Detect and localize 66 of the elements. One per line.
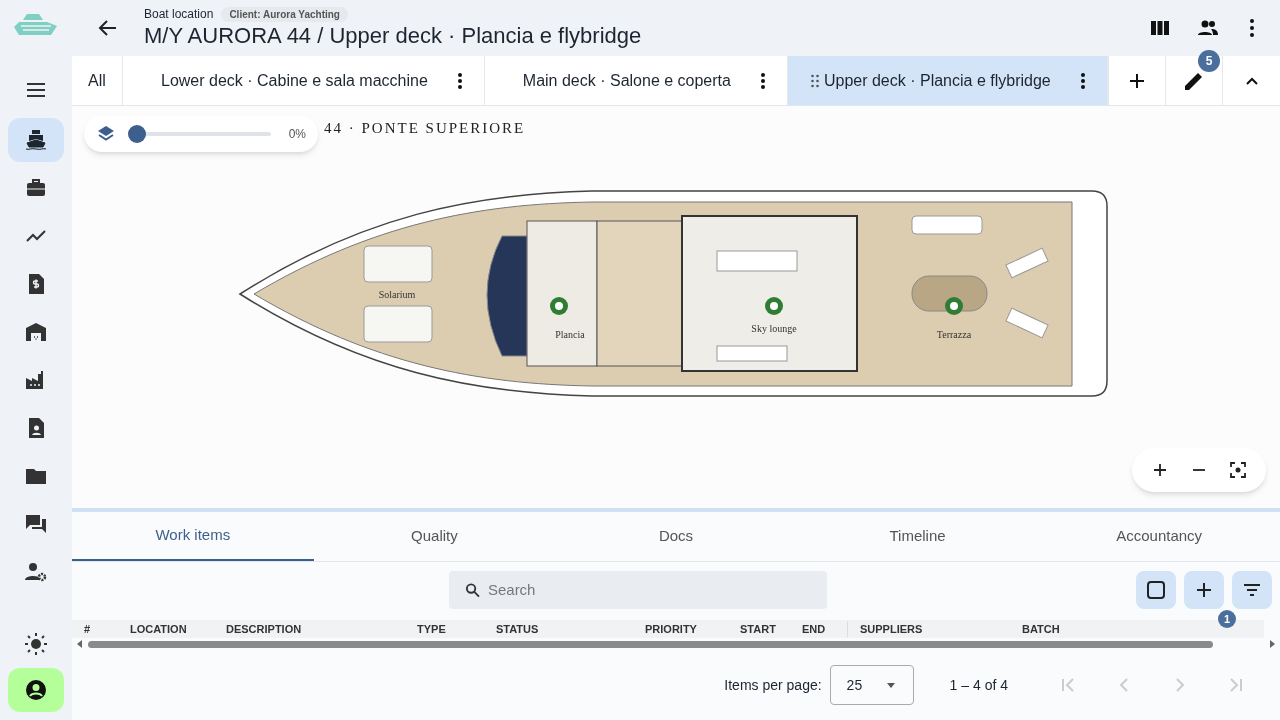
drag-handle-icon[interactable] <box>809 73 820 88</box>
more-vertical-icon <box>1250 19 1254 37</box>
more-vertical-icon <box>457 72 462 89</box>
fit-screen-icon <box>1230 462 1247 478</box>
plus-icon <box>1151 462 1168 478</box>
deck-tab-label[interactable]: Main deck · Salone e coperta <box>522 68 731 93</box>
column-header: TYPE <box>417 621 447 637</box>
minus-icon <box>1193 469 1205 471</box>
select-all-checkbox[interactable] <box>1147 581 1165 599</box>
column-header: END <box>802 620 848 638</box>
horizontal-scrollbar[interactable] <box>88 640 1213 648</box>
column-header: BATCH <box>1022 621 1061 637</box>
column-header: DESCRIPTION <box>226 621 303 637</box>
user-settings-icon <box>24 560 48 584</box>
location-pin[interactable] <box>550 297 568 315</box>
plus-icon <box>1194 580 1214 600</box>
panel-tab[interactable]: Quality <box>313 512 556 561</box>
slider-reading: 0% <box>288 126 306 143</box>
column-header: # <box>83 621 92 637</box>
ship-logo-icon <box>13 12 59 38</box>
items-per-page-label: Items per page: <box>724 675 822 695</box>
location-pin[interactable] <box>765 297 783 315</box>
room-label: Sky lounge <box>751 323 797 334</box>
sun-icon <box>24 632 48 656</box>
client-chip: Client: Aurora Yachting <box>221 6 348 22</box>
search-field[interactable]: Search <box>449 571 827 609</box>
page-size-select[interactable]: 25 <box>829 665 914 705</box>
panel-tab[interactable]: Accountancy <box>1038 512 1280 561</box>
select-all-button[interactable] <box>1136 571 1176 609</box>
plan-title: 44 · PONTE SUPERIORE <box>324 120 526 136</box>
column-header: LOCATION <box>130 621 188 637</box>
page-title: M/Y AURORA 44 / Upper deck · Plancia e flybridge <box>144 22 642 50</box>
filter-button[interactable] <box>1232 571 1272 609</box>
warehouse-icon <box>24 320 48 344</box>
deck-tab-label[interactable]: Lower deck · Cabine e sala macchine <box>161 68 428 93</box>
column-header: START <box>740 621 777 637</box>
slider-thumb[interactable] <box>128 125 146 143</box>
deck-tab-background[interactable]: Upper deck · Plancia e flybridge <box>787 56 1108 105</box>
panel-tab[interactable]: Docs <box>555 512 797 561</box>
add-item-button[interactable] <box>1184 571 1224 609</box>
room-label: Terrazza <box>936 329 972 340</box>
more-vertical-icon <box>760 72 765 89</box>
scroll-right-icon[interactable] <box>1268 640 1276 648</box>
page-range-label: 1 – 4 of 4 <box>949 675 1008 695</box>
column-header: SUPPLIERS <box>859 621 924 637</box>
account-icon <box>24 678 48 702</box>
panel-tab[interactable]: Work items <box>72 512 314 561</box>
columns-icon <box>1150 18 1170 38</box>
account-button[interactable] <box>8 668 64 712</box>
deck-tab-label[interactable]: Upper deck · Plancia e flybridge <box>823 68 1051 93</box>
breadcrumb-label: Boat location <box>144 6 214 23</box>
ship-icon <box>24 128 48 152</box>
column-header: STATUS <box>496 621 540 637</box>
panel-tab[interactable]: Timeline <box>796 512 1039 561</box>
column-header: PRIORITY <box>645 621 698 637</box>
room-label: Plancia <box>555 329 585 340</box>
search-input[interactable]: Search <box>487 578 811 602</box>
room-label: Solarium <box>378 289 416 300</box>
more-vertical-icon <box>1080 72 1085 89</box>
scroll-left-icon[interactable] <box>76 640 84 648</box>
nav-item[interactable] <box>8 118 64 162</box>
search-icon <box>465 582 480 598</box>
count-badge: 1 <box>1218 610 1236 628</box>
count-badge: 5 <box>1198 50 1220 72</box>
deck-tab[interactable]: All <box>72 56 123 105</box>
location-pin[interactable] <box>945 297 963 315</box>
